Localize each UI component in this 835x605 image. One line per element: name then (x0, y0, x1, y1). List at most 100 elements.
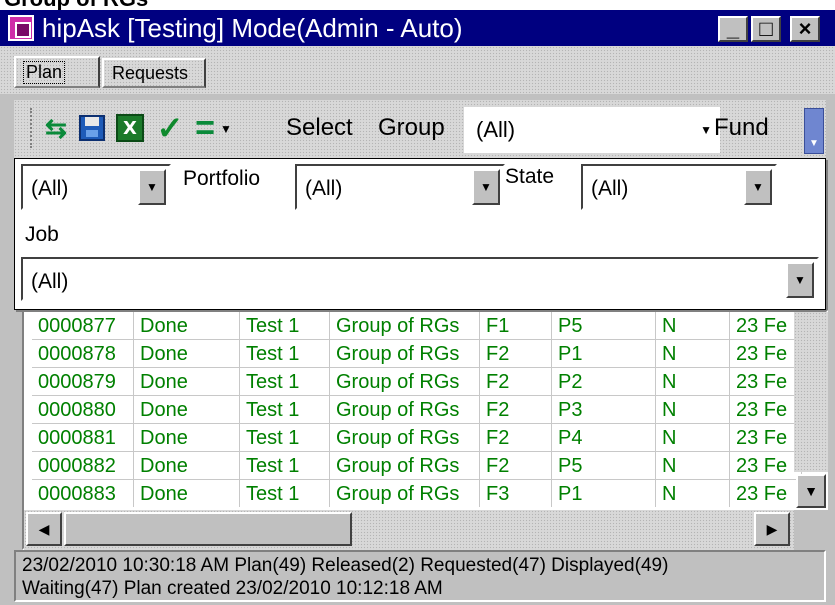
status-line-2: Waiting(47) Plan created 23/02/2010 10:1… (22, 578, 443, 599)
table-cell: N (656, 340, 730, 368)
table-cell: Test 1 (240, 480, 330, 507)
table-cell: F2 (480, 452, 552, 480)
table-cell: F2 (480, 396, 552, 424)
minimize-button[interactable]: _ (718, 16, 748, 42)
app-icon[interactable] (8, 15, 34, 41)
chevron-down-icon[interactable]: ▼ (700, 123, 712, 137)
state-select-value: (All) (591, 177, 629, 200)
table-cell: P2 (552, 368, 656, 396)
vertical-scrollbar[interactable]: ▼ (794, 312, 828, 512)
table-cell: 23 Fe (730, 312, 802, 340)
portfolio-select[interactable]: (All) ▼ (295, 164, 505, 210)
table-cell: 23 Fe (730, 424, 802, 452)
refresh-icon[interactable]: ⇆ (40, 112, 72, 144)
table-cell: Test 1 (240, 340, 330, 368)
table-cell: P4 (552, 424, 656, 452)
table-cell: F3 (480, 480, 552, 507)
close-button[interactable]: × (790, 16, 820, 42)
table-row[interactable]: 0000878 Done Test 1 Group of RGs F2 P1 N 23 Fe (32, 340, 802, 368)
chevron-down-icon[interactable]: ▼ (220, 122, 232, 136)
grid-rows: 0000877 Done Test 1 Group of RGs F1 P5 N 23 Fe 0… (32, 312, 802, 507)
table-cell: N (656, 452, 730, 480)
table-row[interactable]: 0000881 Done Test 1 Group of RGs F2 P4 N 23 Fe (32, 424, 802, 452)
table-cell: Done (134, 480, 240, 507)
table-cell: Test 1 (240, 452, 330, 480)
table-cell: Group of RGs (330, 368, 480, 396)
table-cell: 23 Fe (730, 368, 802, 396)
toolbar-overflow-button[interactable]: ▼ (804, 108, 824, 154)
table-cell: 23 Fe (730, 452, 802, 480)
table-row[interactable]: 0000882 Done Test 1 Group of RGs F2 P5 N 23 Fe (32, 452, 802, 480)
table-cell: 0000878 (32, 340, 134, 368)
table-row[interactable]: 0000877 Done Test 1 Group of RGs F1 P5 N 23 Fe (32, 312, 802, 340)
chevron-down-icon[interactable]: ▼ (744, 169, 772, 205)
scroll-left-button[interactable]: ◀ (26, 512, 62, 546)
chevron-down-icon[interactable]: ▼ (786, 262, 814, 298)
table-cell: Done (134, 424, 240, 452)
table-cell: Group of RGs (330, 452, 480, 480)
title-bar: hipAsk [Testing] Mode(Admin - Auto) _ □ … (0, 10, 835, 46)
tab-plan-label: Plan (22, 60, 66, 84)
banner-text: Group of RGs (4, 0, 148, 10)
select-label: Select (286, 114, 353, 141)
window-title: hipAsk [Testing] Mode(Admin - Auto) (42, 13, 463, 43)
chevron-down-icon[interactable]: ▼ (472, 169, 500, 205)
toolbar: ⇆ X ✓ = ▼ Select Group (All) ▼ Fund ▼ (14, 100, 826, 158)
group-select[interactable]: (All) ▼ (464, 107, 720, 153)
scroll-right-button[interactable]: ▶ (754, 512, 790, 546)
state-label: State (505, 165, 555, 188)
table-cell: 0000881 (32, 424, 134, 452)
table-cell: Done (134, 452, 240, 480)
table-cell: N (656, 396, 730, 424)
equals-icon[interactable]: = (190, 109, 220, 147)
table-cell: Done (134, 396, 240, 424)
table-cell: P5 (552, 452, 656, 480)
state-select[interactable]: (All) ▼ (581, 164, 777, 210)
top-banner-strip: Group of RGs (0, 0, 835, 10)
table-cell: 0000883 (32, 480, 134, 507)
maximize-button[interactable]: □ (751, 16, 781, 42)
table-cell: P5 (552, 312, 656, 340)
tab-requests[interactable]: Requests (102, 58, 206, 88)
table-row[interactable]: 0000880 Done Test 1 Group of RGs F2 P3 N 23 Fe (32, 396, 802, 424)
table-cell: N (656, 368, 730, 396)
table-cell: N (656, 424, 730, 452)
status-line-1: 23/02/2010 10:30:18 AM Plan(49) Released… (22, 555, 669, 576)
vertical-scroll-track[interactable] (794, 312, 828, 472)
portfolio-label: Portfolio (183, 167, 261, 190)
job-select[interactable]: (All) ▼ (21, 257, 819, 301)
chevron-down-icon[interactable]: ▼ (138, 169, 166, 205)
scroll-down-button[interactable]: ▼ (796, 474, 826, 508)
filter-dropdown-panel: (All) ▼ Portfolio (All) ▼ State (All) ▼ … (14, 158, 826, 310)
table-cell: 0000882 (32, 452, 134, 480)
table-cell: 23 Fe (730, 480, 802, 507)
tab-strip: Plan Requests (0, 46, 835, 94)
table-cell: Group of RGs (330, 424, 480, 452)
tab-plan[interactable]: Plan (14, 56, 100, 88)
plan-grid: 0000877 Done Test 1 Group of RGs F1 P5 N 23 Fe 0… (22, 310, 830, 550)
fund-select[interactable]: (All) ▼ (21, 164, 171, 210)
scrollbar-corner (794, 510, 830, 550)
table-cell: Test 1 (240, 368, 330, 396)
toolbar-grip[interactable] (30, 108, 34, 148)
table-cell: 0000877 (32, 312, 134, 340)
excel-export-icon[interactable]: X (114, 112, 146, 144)
table-cell: 0000880 (32, 396, 134, 424)
fund-label: Fund (714, 114, 769, 141)
table-row[interactable]: 0000879 Done Test 1 Group of RGs F2 P2 N 23 Fe (32, 368, 802, 396)
group-label: Group (378, 114, 445, 141)
table-cell: Done (134, 312, 240, 340)
table-cell: Done (134, 368, 240, 396)
table-row[interactable]: 0000883 Done Test 1 Group of RGs F3 P1 N 23 Fe (32, 480, 802, 507)
table-cell: Group of RGs (330, 312, 480, 340)
table-cell: Group of RGs (330, 396, 480, 424)
job-select-value: (All) (31, 270, 69, 293)
horizontal-scroll-thumb[interactable] (64, 512, 352, 546)
save-icon[interactable] (76, 112, 108, 144)
table-cell: N (656, 312, 730, 340)
portfolio-select-value: (All) (305, 177, 343, 200)
tab-requests-label: Requests (112, 62, 189, 83)
checkmark-icon[interactable]: ✓ (150, 110, 190, 146)
horizontal-scrollbar[interactable]: ◀ ▶ (24, 510, 830, 550)
table-cell: P1 (552, 340, 656, 368)
